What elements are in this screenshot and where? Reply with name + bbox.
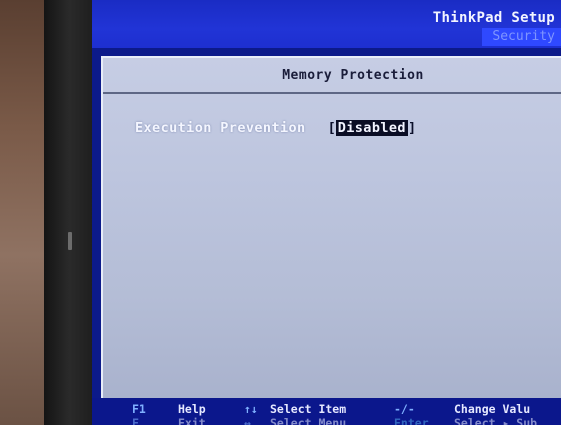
bracket-close: ] bbox=[407, 120, 417, 136]
f1-key: F1 bbox=[132, 402, 146, 416]
arrow-up-down-key: ↑↓ bbox=[244, 402, 258, 416]
enter-key: Enter bbox=[394, 416, 429, 425]
help-label: Help bbox=[178, 402, 206, 416]
key-help-line-2: F Exit ↔ Select Menu Enter Select ▸ Sub bbox=[92, 416, 561, 425]
key-help-line-1: F1 Help ↑↓ Select Item -/- Change Valu bbox=[92, 402, 561, 416]
tab-security[interactable]: Security bbox=[482, 28, 561, 46]
select-menu-label: Select Menu bbox=[270, 416, 347, 425]
setting-label: Execution Prevention bbox=[135, 120, 306, 136]
memory-protection-panel: Memory Protection Execution Prevention [… bbox=[101, 56, 561, 398]
exit-label: Exit bbox=[178, 416, 206, 425]
bracket-open: [ bbox=[327, 120, 336, 136]
title-bar: ThinkPad Setup Security bbox=[92, 0, 561, 48]
setting-execution-prevention[interactable]: Execution Prevention [Disabled] bbox=[135, 120, 416, 136]
key-help-bar: F1 Help ↑↓ Select Item -/- Change Valu F… bbox=[92, 398, 561, 425]
arrow-left-right-key: ↔ bbox=[244, 416, 251, 425]
select-submenu-label: Select ▸ Sub bbox=[454, 416, 538, 425]
exit-key: F bbox=[132, 416, 139, 425]
panel-header: Memory Protection bbox=[103, 58, 561, 94]
bios-screen: ThinkPad Setup Security Memory Protectio… bbox=[92, 0, 561, 425]
change-value-key: -/- bbox=[394, 402, 415, 416]
select-item-label: Select Item bbox=[270, 402, 347, 416]
setting-value[interactable]: Disabled bbox=[335, 120, 408, 136]
change-value-label: Change Valu bbox=[454, 402, 531, 416]
bezel-indicator bbox=[68, 232, 72, 250]
app-title: ThinkPad Setup bbox=[432, 10, 555, 26]
panel-title: Memory Protection bbox=[282, 67, 424, 83]
setting-value-field[interactable]: [Disabled] bbox=[327, 120, 417, 136]
